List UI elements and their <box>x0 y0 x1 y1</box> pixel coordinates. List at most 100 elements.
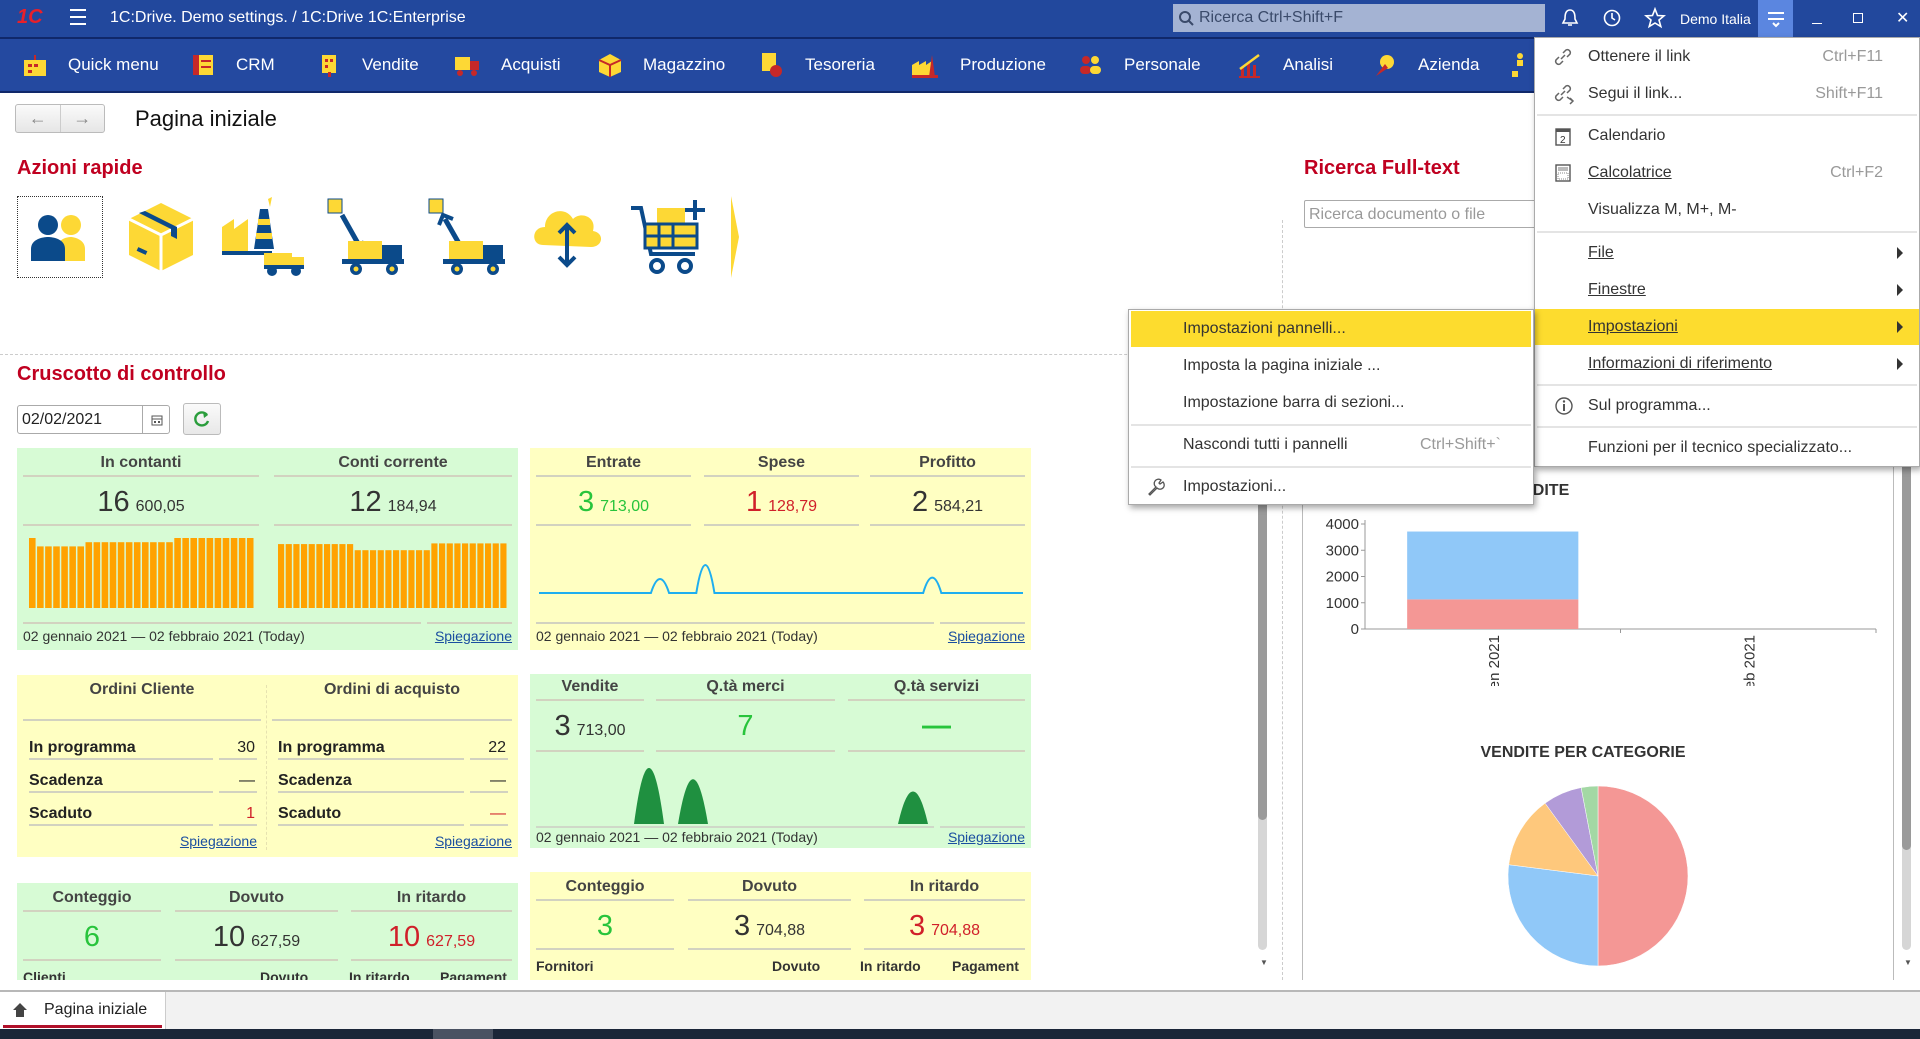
menu-item-reference-info[interactable]: Informazioni di riferimento <box>1535 346 1919 382</box>
more-sections-icon[interactable] <box>1510 51 1524 79</box>
star-icon[interactable] <box>1644 7 1666 29</box>
period-text: 02 gennaio 2021 — 02 febbraio 2021 (Toda… <box>536 628 818 644</box>
menu-item-about[interactable]: Sul programma... <box>1535 388 1919 424</box>
submenu-item-panel-settings[interactable]: Impostazioni pannelli... <box>1131 311 1531 347</box>
nav-item-vendite[interactable]: Vendite <box>316 39 419 91</box>
fulltext-search-input[interactable]: Ricerca documento o file <box>1304 200 1544 228</box>
hamburger-menu-icon[interactable] <box>70 9 86 25</box>
purchase-orders-scheduled[interactable]: In programma 22 <box>272 727 512 760</box>
quick-action-production[interactable] <box>220 196 306 278</box>
explain-link[interactable]: Spiegazione <box>435 628 512 644</box>
quick-action-goods-receipt[interactable] <box>322 196 408 278</box>
suppliers-count-header: Conteggio <box>536 878 674 901</box>
scrollbar-thumb[interactable] <box>1258 500 1267 820</box>
quick-action-goods-shipment[interactable] <box>423 196 509 278</box>
menu-item-technician-functions[interactable]: Funzioni per il tecnico specializzato... <box>1535 430 1919 466</box>
menu-item-windows[interactable]: Finestre <box>1535 272 1919 308</box>
balance-bar <box>174 538 181 608</box>
sales-peak <box>634 768 664 824</box>
customers-due-dec: 627,59 <box>251 933 301 950</box>
quick-actions-scroll-right[interactable] <box>731 196 741 278</box>
balance-bar <box>85 542 93 608</box>
balance-bar <box>206 538 214 608</box>
nav-item-magazzino[interactable]: Magazzino <box>597 39 725 91</box>
col-header: In ritardo <box>860 958 921 974</box>
section-divider <box>0 354 1282 355</box>
customer-orders-scheduled[interactable]: In programma 30 <box>23 727 261 760</box>
quick-action-box[interactable] <box>118 196 204 278</box>
submenu-item-set-home-page[interactable]: Imposta la pagina iniziale ... <box>1129 348 1533 384</box>
menu-item-file[interactable]: File <box>1535 235 1919 271</box>
refresh-icon <box>194 411 210 427</box>
nav-label: CRM <box>236 55 275 74</box>
user-name[interactable]: Demo Italia <box>1680 11 1751 27</box>
nav-item-analisi[interactable]: Analisi <box>1237 39 1333 91</box>
purchase-orders-header: Ordini di acquisto <box>272 681 512 721</box>
close-button[interactable]: ✕ <box>1896 8 1909 28</box>
balance-bar <box>150 542 157 608</box>
nav-item-quick-menu[interactable]: Quick menu <box>22 39 159 91</box>
main-menu-button[interactable] <box>1758 0 1793 37</box>
refresh-button[interactable] <box>183 403 221 435</box>
quick-action-exchange[interactable] <box>524 196 610 278</box>
forward-button[interactable]: → <box>61 105 105 132</box>
quick-action-people[interactable] <box>17 196 103 278</box>
window-title: 1C:Drive. Demo settings. / 1C:Drive 1C:E… <box>110 9 466 26</box>
customers-due-int: 10 <box>212 921 246 953</box>
analysis-icon <box>1239 53 1260 78</box>
quick-action-new-order[interactable] <box>626 196 712 278</box>
explain-link[interactable]: Spiegazione <box>948 628 1025 644</box>
menu-item-settings[interactable]: Impostazioni <box>1535 309 1919 345</box>
restore-button[interactable] <box>1853 13 1863 23</box>
fulltext-placeholder: Ricerca documento o file <box>1309 206 1486 223</box>
calendar-icon: 2 <box>1555 128 1571 146</box>
submenu-item-settings[interactable]: Impostazioni... <box>1129 469 1533 505</box>
submenu-item-sections-bar[interactable]: Impostazione barra di sezioni... <box>1129 385 1533 421</box>
date-field[interactable]: 02/02/2021 <box>17 405 170 434</box>
back-button[interactable]: ← <box>16 105 61 132</box>
svg-text:2: 2 <box>1560 135 1566 146</box>
balance-bar <box>354 550 361 608</box>
menu-item-get-link[interactable]: Ottenere il link Ctrl+F11 <box>1535 39 1919 75</box>
customer-orders-overdue[interactable]: Scaduto 1 <box>23 793 261 826</box>
balance-bar <box>166 542 173 608</box>
menu-item-show-memory[interactable]: Visualizza M, M+, M- <box>1535 192 1919 228</box>
open-windows-bar: Pagina iniziale <box>0 990 1920 1030</box>
purchase-orders-due[interactable]: Scadenza — <box>272 760 512 793</box>
balance-bar <box>500 543 507 608</box>
menu-item-follow-link[interactable]: Segui il link... Shift+F11 <box>1535 76 1919 112</box>
purchase-orders-overdue[interactable]: Scaduto — <box>272 793 512 826</box>
nav-item-acquisti[interactable]: Acquisti <box>453 39 561 91</box>
balance-bar <box>238 538 246 608</box>
menu-item-calculator[interactable]: Calcolatrice Ctrl+F2 <box>1535 155 1919 191</box>
nav-item-azienda[interactable]: Azienda <box>1372 39 1479 91</box>
x-tick-label: gen 2021 <box>1486 635 1503 686</box>
nav-item-personale[interactable]: Personale <box>1078 39 1201 91</box>
income-line <box>539 564 1023 594</box>
balance-bar <box>446 543 453 608</box>
truck-unload-icon <box>428 198 505 275</box>
calendar-button[interactable] <box>142 406 170 433</box>
scroll-down-arrow[interactable]: ▼ <box>1260 958 1268 967</box>
y-tick-label: 0 <box>1351 621 1359 638</box>
warehouse-icon <box>598 54 622 77</box>
tab-home-page[interactable]: Pagina iniziale <box>0 992 166 1029</box>
menu-item-calendar[interactable]: 2 Calendario <box>1535 118 1919 154</box>
submenu-item-hide-panels[interactable]: Nascondi tutti i pannelli Ctrl+Shift+` <box>1129 427 1533 463</box>
suppliers-overdue-dec: 704,88 <box>931 922 981 939</box>
customer-orders-due[interactable]: Scadenza — <box>23 760 261 793</box>
bell-icon[interactable] <box>1560 8 1580 28</box>
history-icon[interactable] <box>1602 8 1622 28</box>
people-icon <box>31 215 85 261</box>
scroll-down-arrow[interactable]: ▼ <box>1904 958 1912 967</box>
nav-item-produzione[interactable]: Produzione <box>910 39 1046 91</box>
explain-link[interactable]: Spiegazione <box>180 833 257 849</box>
explain-link[interactable]: Spiegazione <box>435 833 512 849</box>
dashboard-scrollbar[interactable] <box>1258 500 1267 950</box>
minimize-button[interactable] <box>1812 23 1822 24</box>
explain-link[interactable]: Spiegazione <box>948 829 1025 845</box>
nav-item-crm[interactable]: CRM <box>190 39 275 91</box>
global-search-input[interactable]: Ricerca Ctrl+Shift+F <box>1173 4 1545 32</box>
cash-dec: 600,05 <box>135 498 185 515</box>
nav-item-tesoreria[interactable]: Tesoreria <box>759 39 875 91</box>
